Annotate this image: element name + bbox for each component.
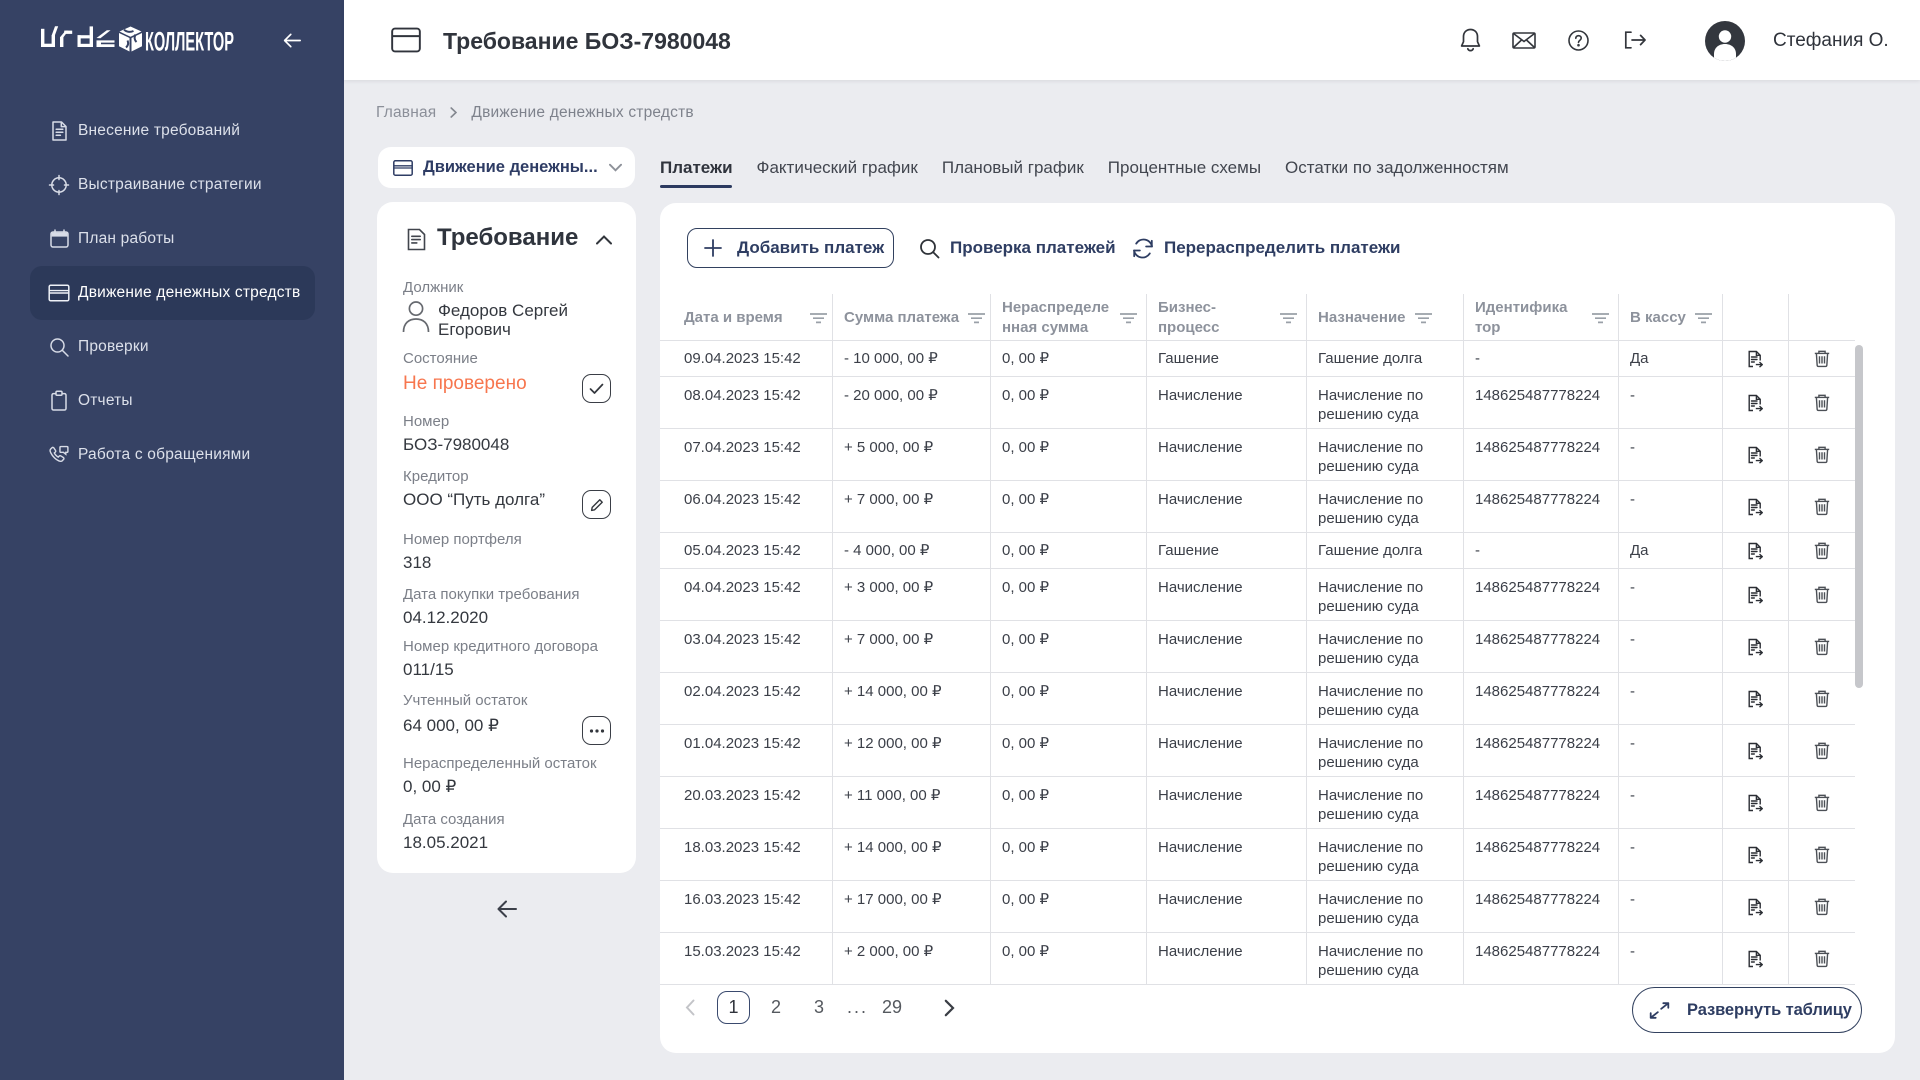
svg-text:КОЛЛЕКТОР: КОЛЛЕКТОР [145, 27, 234, 57]
